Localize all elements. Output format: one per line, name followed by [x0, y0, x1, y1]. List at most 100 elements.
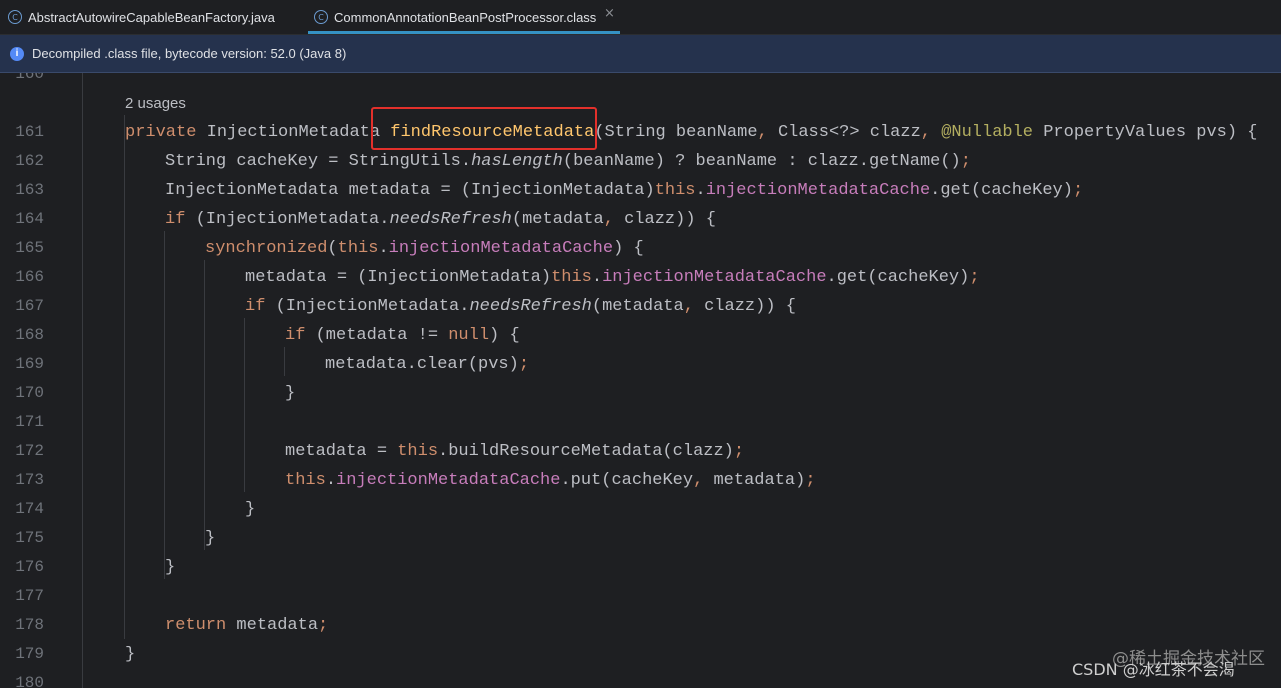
code-text: }: [125, 645, 136, 664]
code-line: 165 synchronized(this.injectionMetadataC…: [0, 234, 1281, 263]
code-line: 173 this.injectionMetadataCache.put(cach…: [0, 466, 1281, 495]
code-token: metadata: [226, 616, 319, 635]
active-tab-indicator: [308, 31, 621, 34]
code-text: }: [205, 529, 216, 548]
code-editor[interactable]: 160 2 usages 161 private InjectionMetada…: [0, 73, 1281, 688]
line-number: 164: [15, 210, 44, 228]
code-line: 172 metadata = this.buildResourceMetadat…: [0, 437, 1281, 466]
field: injectionMetadataCache: [602, 268, 827, 287]
code-token: metadata): [703, 471, 806, 490]
code-token: .: [378, 239, 389, 258]
code-line: 163 InjectionMetadata metadata = (Inject…: [0, 176, 1281, 205]
code-line: 161 private InjectionMetadata findResour…: [0, 118, 1281, 147]
editor-tab-bar: C AbstractAutowireCapableBeanFactory.jav…: [0, 0, 1281, 35]
line-number: 172: [15, 442, 44, 460]
field: injectionMetadataCache: [705, 181, 931, 200]
semicolon: ;: [960, 152, 971, 171]
code-text: InjectionMetadata metadata = (InjectionM…: [165, 176, 1083, 205]
code-text: String cacheKey = StringUtils.hasLength(…: [165, 147, 971, 176]
semicolon: ;: [733, 442, 745, 461]
code-text: synchronized(this.injectionMetadataCache…: [205, 234, 644, 263]
line-number: 170: [15, 384, 44, 402]
line-number: 165: [15, 239, 44, 257]
code-line: 176 }: [0, 553, 1281, 582]
static-method: needsRefresh: [389, 210, 512, 229]
code-text: private InjectionMetadata findResourceMe…: [125, 118, 1257, 147]
code-token: metadata = (InjectionMetadata): [245, 268, 552, 287]
code-token: ) {: [489, 326, 520, 345]
semicolon: ;: [805, 471, 816, 490]
code-text: metadata.clear(pvs);: [325, 350, 529, 379]
code-token: (: [327, 239, 338, 258]
code-token: .get(cacheKey): [930, 181, 1073, 200]
code-text: if (InjectionMetadata.needsRefresh(metad…: [245, 292, 796, 321]
code-line: 168 if (metadata != null) {: [0, 321, 1281, 350]
field: injectionMetadataCache: [388, 239, 614, 258]
banner-text: Decompiled .class file, bytecode version…: [32, 46, 347, 61]
code-text: return metadata;: [165, 611, 328, 640]
line-number: 176: [15, 558, 44, 576]
code-text: this.injectionMetadataCache.put(cacheKey…: [285, 466, 816, 495]
code-text: }: [165, 558, 176, 577]
code-token: .: [591, 268, 603, 287]
line-number: 179: [15, 645, 44, 663]
code-token: .put(cacheKey: [560, 471, 694, 490]
tab-common-annotation[interactable]: C CommonAnnotationBeanPostProcessor.clas…: [308, 0, 621, 34]
keyword: null: [448, 326, 490, 345]
code-text: metadata = (InjectionMetadata)this.injec…: [245, 263, 980, 292]
code-text: }: [245, 500, 256, 519]
tab-label: AbstractAutowireCapableBeanFactory.java: [28, 9, 275, 25]
code-text: if (metadata != null) {: [285, 321, 520, 350]
code-token: .get(cacheKey): [826, 268, 970, 287]
comma: ,: [757, 123, 768, 142]
code-token: .buildResourceMetadata(clazz): [438, 442, 734, 461]
semicolon: ;: [969, 268, 980, 287]
watermark-csdn: CSDN @冰红茶不会渴: [1072, 660, 1235, 679]
keyword: private: [125, 123, 197, 142]
static-method: needsRefresh: [469, 297, 592, 316]
line-number: 161: [15, 123, 44, 141]
code-token: .: [325, 471, 337, 490]
tab-abstract-autowire[interactable]: C AbstractAutowireCapableBeanFactory.jav…: [8, 0, 275, 34]
code-line: 167 if (InjectionMetadata.needsRefresh(m…: [0, 292, 1281, 321]
code-token: InjectionMetadata metadata = (InjectionM…: [165, 181, 655, 200]
annotation: @Nullable: [941, 123, 1034, 142]
line-number: 166: [15, 268, 44, 286]
param: Class<?> clazz: [767, 123, 921, 142]
class-icon: C: [314, 10, 328, 24]
code-line: 171: [0, 408, 1281, 437]
keyword: this: [337, 239, 379, 258]
line-number: 180: [15, 674, 44, 688]
comma: ,: [920, 123, 931, 142]
param: PropertyValues pvs) {: [1033, 123, 1258, 142]
keyword: synchronized: [205, 239, 328, 258]
code-line: 170 }: [0, 379, 1281, 408]
code-line: 166 metadata = (InjectionMetadata)this.i…: [0, 263, 1281, 292]
code-line: 178 return metadata;: [0, 611, 1281, 640]
code-line: 160: [0, 73, 1281, 89]
code-token: metadata.clear(pvs): [325, 355, 519, 374]
keyword: if: [285, 326, 306, 345]
static-method: hasLength: [471, 152, 563, 171]
comma: ,: [603, 210, 614, 229]
code-token: .: [695, 181, 706, 200]
close-icon[interactable]: ×: [604, 6, 615, 21]
line-number: 168: [15, 326, 44, 344]
semicolon: ;: [518, 355, 530, 374]
keyword: if: [165, 210, 186, 229]
tab-label: CommonAnnotationBeanPostProcessor.class: [334, 9, 597, 25]
highlight-box: [371, 107, 597, 150]
code-line: 162 String cacheKey = StringUtils.hasLen…: [0, 147, 1281, 176]
comma: ,: [683, 297, 694, 316]
class-icon: C: [8, 10, 22, 24]
usages-hint[interactable]: 2 usages: [125, 89, 186, 118]
line-number: 162: [15, 152, 44, 170]
code-line: 164 if (InjectionMetadata.needsRefresh(m…: [0, 205, 1281, 234]
line-number: 175: [15, 529, 44, 547]
code-text: if (InjectionMetadata.needsRefresh(metad…: [165, 205, 716, 234]
code-token: String cacheKey = StringUtils.: [165, 152, 472, 171]
code-line: 2 usages: [0, 89, 1281, 118]
keyword: return: [165, 616, 227, 635]
keyword: if: [245, 297, 266, 316]
